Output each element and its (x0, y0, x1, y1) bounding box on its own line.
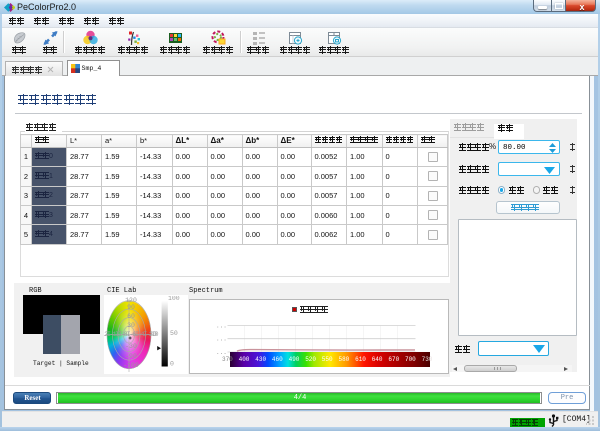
svg-text:50: 50 (170, 330, 178, 337)
svg-text:30: 30 (127, 322, 135, 329)
svg-text:-30: -30 (125, 343, 137, 350)
svg-text:...: ... (216, 335, 227, 342)
svg-text:60: 60 (127, 313, 135, 320)
svg-text:120: 120 (125, 297, 137, 304)
svg-text:20: 20 (149, 331, 157, 338)
svg-text:90: 90 (127, 304, 135, 311)
svg-text:100: 100 (168, 296, 180, 302)
svg-text:...: ... (216, 349, 227, 356)
svg-text:...: ... (216, 322, 227, 329)
